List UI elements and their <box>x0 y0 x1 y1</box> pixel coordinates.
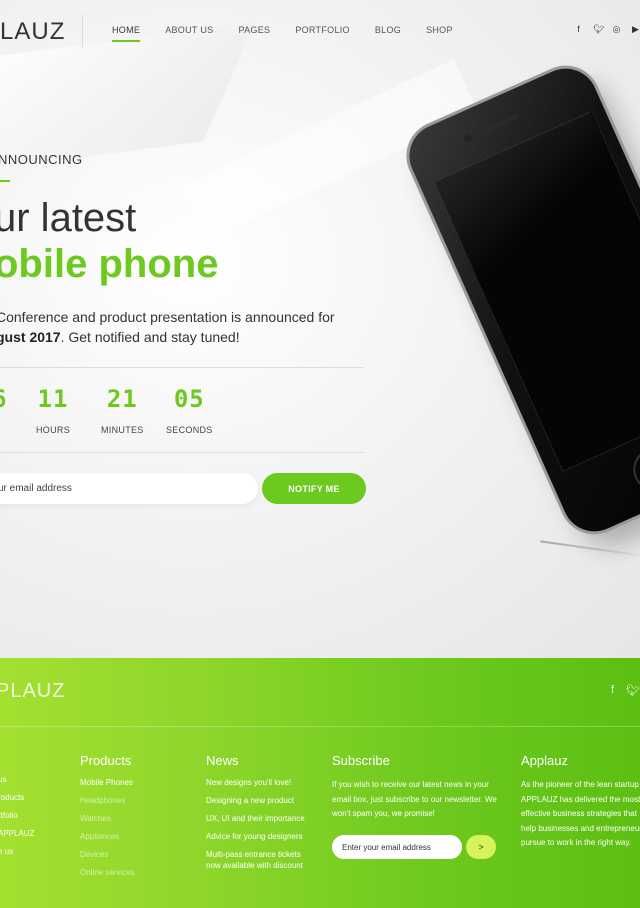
countdown-number: 11 <box>37 385 69 413</box>
divider <box>0 367 364 368</box>
countdown-number: 05 <box>173 385 205 413</box>
product-link[interactable]: Headphones <box>80 796 135 805</box>
footer-link[interactable]: roducts <box>0 793 34 802</box>
footer-link[interactable]: us <box>0 775 34 784</box>
footer-products-col: Products Mobile Phones Headphones Watche… <box>80 753 135 886</box>
countdown-hours: 11 HOURS <box>36 385 70 435</box>
divider <box>0 452 364 453</box>
news-link[interactable]: now available with discount <box>206 861 305 870</box>
footer-link[interactable]: APPLAUZ <box>0 829 34 838</box>
footer-link[interactable]: e us <box>0 847 34 856</box>
twitter-icon[interactable]: 🐦︎ <box>626 684 640 697</box>
nav-about-us[interactable]: ABOUT US <box>165 25 213 35</box>
footer-links-col: us roducts rtfolio APPLAUZ e us <box>0 775 34 865</box>
footer-social: f 🐦︎ <box>611 684 640 697</box>
email-input[interactable] <box>0 473 258 504</box>
phone-home-button <box>626 441 640 498</box>
news-heading: News <box>206 753 239 768</box>
footer-logo[interactable]: PLAUZ <box>0 680 65 703</box>
announcing-kicker: NNOUNCING <box>0 152 83 167</box>
hero-description: Conference and product presentation is a… <box>0 307 346 347</box>
nav-shop[interactable]: SHOP <box>426 25 453 35</box>
footer-divider <box>0 726 640 727</box>
product-link[interactable]: Mobile Phones <box>80 778 135 787</box>
about-text: As the pioneer of the lean startup APPLA… <box>521 780 640 847</box>
news-link[interactable]: Advice for young designers <box>206 832 305 841</box>
countdown-label: SECONDS <box>166 425 213 435</box>
footer-subscribe-col: Subscribe If you wish to receive our lat… <box>332 753 502 822</box>
subscribe-button[interactable]: > <box>466 835 496 859</box>
footer-about-col: Applauz As the pioneer of the lean start… <box>521 753 640 851</box>
logo-divider <box>82 14 83 48</box>
footer-news-col: News New designs you'll love! Designing … <box>206 753 305 879</box>
subscribe-email-input[interactable] <box>332 835 462 859</box>
hero-title-line2: obile phone <box>0 242 219 286</box>
products-heading: Products <box>80 753 132 768</box>
nav-home[interactable]: HOME <box>112 25 141 42</box>
product-link[interactable]: Online services <box>80 868 135 877</box>
news-link[interactable]: Designing a new product <box>206 796 305 805</box>
twitter-icon[interactable]: 🐦︎ <box>593 24 604 35</box>
product-link[interactable]: Watches <box>80 814 135 823</box>
phone-image <box>399 58 640 560</box>
countdown-label: HOURS <box>36 425 71 435</box>
countdown-seconds: 05 SECONDS <box>166 385 213 435</box>
desc-text-end: . Get notified and stay tuned! <box>60 329 240 345</box>
nav-portfolio[interactable]: PORTFOLIO <box>295 25 350 35</box>
about-heading: Applauz <box>521 753 568 768</box>
footer-link[interactable]: rtfolio <box>0 811 34 820</box>
desc-text: Conference and product presentation is a… <box>0 309 335 325</box>
countdown-days: 6 <box>0 385 7 425</box>
countdown-minutes: 21 MINUTES <box>101 385 144 435</box>
product-link[interactable]: Devices <box>80 850 135 859</box>
product-link[interactable]: Appliances <box>80 832 135 841</box>
smartphone <box>399 58 640 542</box>
hero-title-line1: ur latest <box>0 196 137 240</box>
facebook-icon[interactable]: f <box>611 684 614 697</box>
countdown-number: 6 <box>0 385 7 413</box>
main-nav: HOME ABOUT US PAGES PORTFOLIO BLOG SHOP <box>112 25 478 42</box>
notify-me-button[interactable]: NOTIFY ME <box>262 473 366 504</box>
nav-blog[interactable]: BLOG <box>375 25 401 35</box>
subscribe-heading: Subscribe <box>332 753 390 768</box>
countdown-number: 21 <box>106 385 138 413</box>
youtube-icon[interactable]: ▶ <box>631 24 640 35</box>
phone-speaker <box>482 112 521 134</box>
nav-pages[interactable]: PAGES <box>238 25 270 35</box>
phone-camera <box>463 133 473 143</box>
subscribe-text: If you wish to receive our latest news i… <box>332 780 497 818</box>
site-logo[interactable]: LAUZ <box>0 18 65 46</box>
kicker-underline <box>0 180 10 182</box>
facebook-icon[interactable]: f <box>574 24 583 35</box>
news-link[interactable]: Multi-pass entrance tickets <box>206 850 305 859</box>
hero-section: LAUZ HOME ABOUT US PAGES PORTFOLIO BLOG … <box>0 0 640 658</box>
footer: PLAUZ f 🐦︎ us roducts rtfolio APPLAUZ e … <box>0 658 640 908</box>
desc-date: gust 2017 <box>0 329 61 345</box>
news-link[interactable]: UX, UI and their importance <box>206 814 305 823</box>
countdown-label: MINUTES <box>101 425 144 435</box>
header-social: f 🐦︎ ◎ ▶ <box>574 24 640 35</box>
instagram-icon[interactable]: ◎ <box>612 24 621 35</box>
news-link[interactable]: New designs you'll love! <box>206 778 305 787</box>
